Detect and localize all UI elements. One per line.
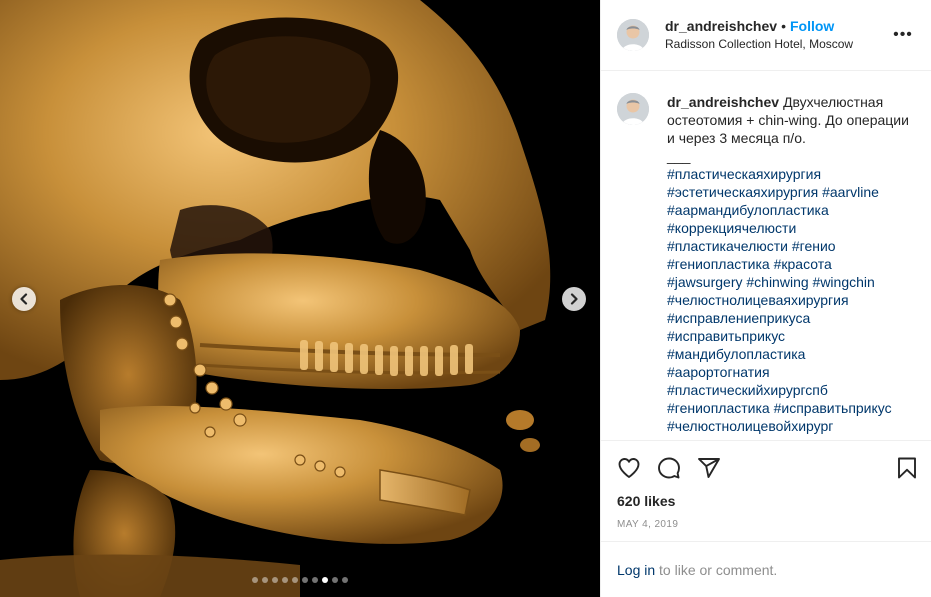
heart-icon[interactable] xyxy=(617,456,641,480)
previous-slide-button[interactable] xyxy=(12,287,36,311)
hashtag-link[interactable]: #исправлениеприкуса xyxy=(667,310,810,326)
instagram-post: dr_andreishchev • Follow Radisson Collecti… xyxy=(0,0,931,597)
post-media[interactable] xyxy=(0,0,600,597)
hashtag-line: #челюстнолицевойхирург xyxy=(667,417,915,435)
hashtag-link[interactable]: #челюстнолицеваяхирургия xyxy=(667,292,849,308)
action-bar xyxy=(601,441,931,485)
hashtag-link[interactable]: #аармандибулопластика xyxy=(667,202,829,218)
hashtag-link[interactable]: #гениопластика xyxy=(667,400,770,416)
header-row: dr_andreishchev • Follow xyxy=(665,17,891,35)
hashtag-link[interactable]: #пластическийхирургспб xyxy=(667,382,828,398)
author-avatar[interactable] xyxy=(617,19,649,51)
comment-icon[interactable] xyxy=(657,456,681,480)
bookmark-icon[interactable] xyxy=(895,456,919,480)
follow-button[interactable]: Follow xyxy=(790,18,834,34)
author-username[interactable]: dr_andreishchev xyxy=(665,18,777,34)
login-link[interactable]: Log in xyxy=(617,562,655,578)
caption-divider: ___ xyxy=(667,148,691,164)
carousel-dot xyxy=(312,577,318,583)
comments-section: dr_andreishchev Двухчелюстная остеотомия … xyxy=(601,71,931,441)
carousel-dot xyxy=(292,577,298,583)
carousel-dot xyxy=(332,577,338,583)
hashtag-link[interactable]: #мандибулопластика xyxy=(667,346,805,362)
carousel-dot xyxy=(282,577,288,583)
hashtag-line: #пластическийхирургспб xyxy=(667,381,915,399)
hashtag-line: #пластикачелюсти #гениo xyxy=(667,237,915,255)
carousel-dot xyxy=(262,577,268,583)
hashtag-link[interactable]: #исправитьприкус xyxy=(774,400,892,416)
more-options-icon: ••• xyxy=(893,26,913,43)
hashtag-link[interactable]: #эстетическаяхирургия xyxy=(667,184,818,200)
avatar-image xyxy=(617,19,649,51)
hashtag-link[interactable]: #гениопластика xyxy=(667,256,770,272)
hashtag-link[interactable]: #wingchin xyxy=(813,274,875,290)
hashtag-line: #jawsurgery #chinwing #wingchin xyxy=(667,273,915,291)
login-prompt: Log in to like or comment. xyxy=(601,541,931,597)
hashtag-link[interactable]: #коррекциячелюсти xyxy=(667,220,796,236)
hashtag-link[interactable]: #пластическаяхирургия xyxy=(667,166,821,182)
caption: dr_andreishchev Двухчелюстная остеотомия … xyxy=(617,93,915,435)
separator-dot: • xyxy=(781,18,786,34)
hashtag-line: #исправитьприкус xyxy=(667,327,915,345)
next-slide-button[interactable] xyxy=(562,287,586,311)
hashtag-line: #эстетическаяхирургия #aarvline xyxy=(667,183,915,201)
hashtag-line: #аарортогнатия xyxy=(667,363,915,381)
carousel-dot xyxy=(272,577,278,583)
carousel-dot xyxy=(322,577,328,583)
carousel-dot xyxy=(342,577,348,583)
hashtag-link[interactable]: #исправитьприкус xyxy=(667,328,785,344)
hashtag-line: #мандибулопластика xyxy=(667,345,915,363)
post-date: MAY 4, 2019 xyxy=(617,519,679,530)
carousel-dot xyxy=(302,577,308,583)
avatar-image xyxy=(617,93,649,125)
hashtag-line: #коррекциячелюсти xyxy=(667,219,915,237)
hashtag-line: #аармандибулопластика xyxy=(667,201,915,219)
carousel-indicators xyxy=(0,577,600,583)
post-sidebar: dr_andreishchev • Follow Radisson Collecti… xyxy=(600,0,931,597)
hashtag-line: #исправлениеприкуса xyxy=(667,309,915,327)
hashtag-line: #гениопластика #исправитьприкус xyxy=(667,399,915,417)
chevron-right-icon xyxy=(570,293,578,305)
hashtag-line: #гениопластика #красота xyxy=(667,255,915,273)
carousel-dot xyxy=(252,577,258,583)
hashtag-list: #пластическаяхирургия #эстетическаяхирург… xyxy=(667,165,915,435)
like-count[interactable]: 620 likes xyxy=(601,485,931,509)
hashtag-link[interactable]: #красота xyxy=(774,256,832,272)
caption-username[interactable]: dr_andreishchev xyxy=(667,94,779,110)
hashtag-link[interactable]: #chinwing xyxy=(746,274,808,290)
hashtag-link[interactable]: #гениo xyxy=(792,238,836,254)
hashtag-link[interactable]: #jawsurgery xyxy=(667,274,742,290)
post-header: dr_andreishchev • Follow Radisson Collecti… xyxy=(601,0,931,71)
more-options-button[interactable]: ••• xyxy=(891,26,915,44)
post-location[interactable]: Radisson Collection Hotel, Moscow xyxy=(665,35,891,53)
hashtag-link[interactable]: #аарортогнатия xyxy=(667,364,770,380)
hashtag-link[interactable]: #челюстнолицевойхирург xyxy=(667,418,833,434)
caption-body: dr_andreishchev Двухчелюстная остеотомия … xyxy=(667,93,915,435)
share-icon[interactable] xyxy=(697,456,721,480)
hashtag-line: #челюстнолицеваяхирургия xyxy=(667,291,915,309)
login-prompt-text: to like or comment. xyxy=(655,562,778,578)
hashtag-link[interactable]: #пластикачелюсти xyxy=(667,238,788,254)
ct-skull-image xyxy=(0,0,600,597)
caption-avatar[interactable] xyxy=(617,93,649,125)
hashtag-link[interactable]: #aarvline xyxy=(822,184,879,200)
hashtag-line: #пластическаяхирургия xyxy=(667,165,915,183)
header-text: dr_andreishchev • Follow Radisson Collecti… xyxy=(665,17,891,53)
chevron-left-icon xyxy=(20,293,28,305)
